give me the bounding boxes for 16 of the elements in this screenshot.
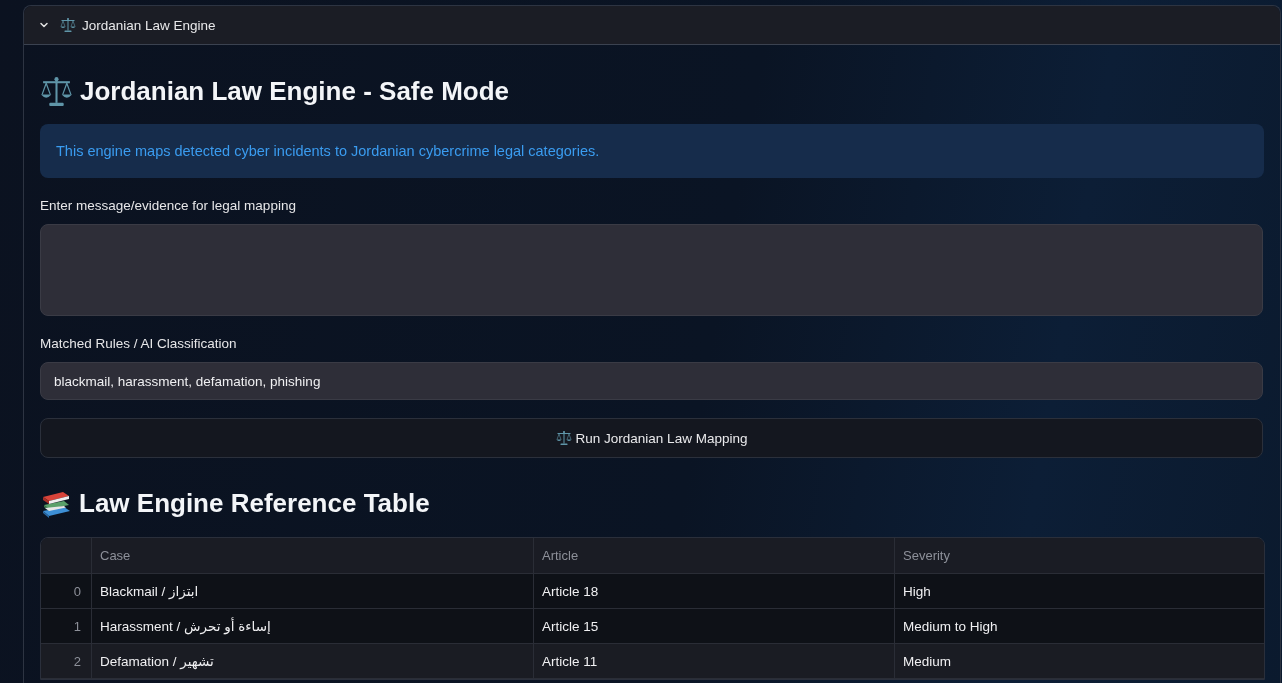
rules-input-field[interactable]: blackmail, harassment, defamation, phishing xyxy=(40,362,1263,400)
section-heading: Law Engine Reference Table xyxy=(79,487,430,519)
table-cell: Article 11 xyxy=(534,644,895,679)
run-mapping-button[interactable]: Run Jordanian Law Mapping xyxy=(40,418,1263,458)
table-cell: Medium xyxy=(895,644,1264,679)
info-banner: This engine maps detected cyber incidents to Jordanian cybercrime legal categories. xyxy=(40,124,1264,178)
table-cell: Defamation / تشهير xyxy=(92,644,534,679)
expander-header[interactable]: Jordanian Law Engine xyxy=(24,6,1280,45)
scales-icon xyxy=(555,430,572,446)
message-input-field[interactable] xyxy=(40,224,1263,316)
row-index: 2 xyxy=(41,644,92,679)
scales-icon xyxy=(60,17,76,33)
page-title: Jordanian Law Engine - Safe Mode xyxy=(80,75,510,107)
field-label: Matched Rules / AI Classification xyxy=(40,335,238,353)
scales-icon xyxy=(40,74,73,108)
field-label: Enter message/evidence for legal mapping xyxy=(40,197,297,215)
